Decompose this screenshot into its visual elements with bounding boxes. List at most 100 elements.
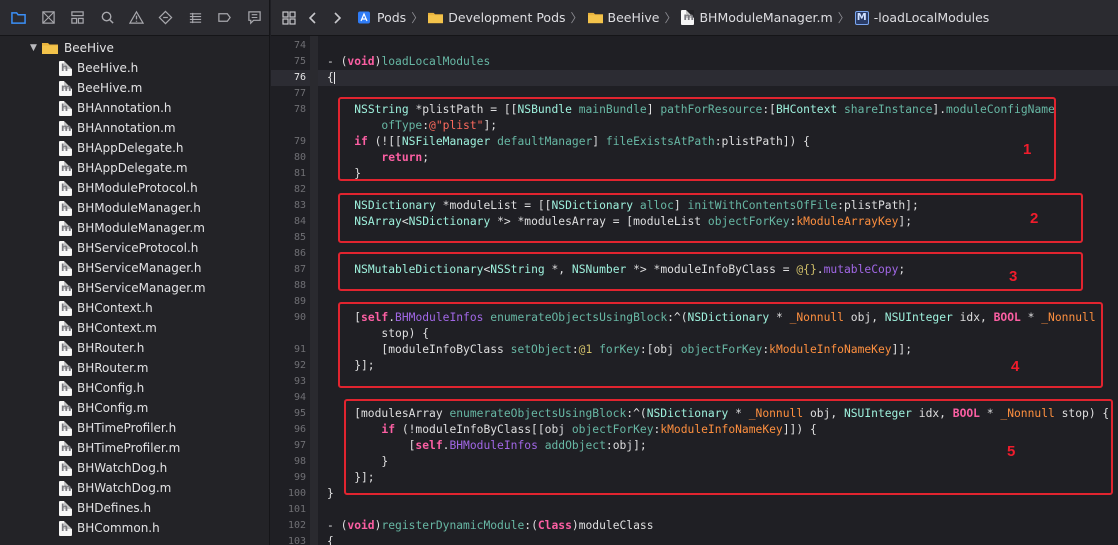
tree-file-item[interactable]: h BHCommon.h (0, 518, 269, 538)
report-icon[interactable] (240, 5, 269, 31)
tree-file-item[interactable]: m BHAnnotation.m (0, 118, 269, 138)
code-text: { (327, 535, 334, 545)
file-label: BHDefines.h (77, 501, 152, 515)
annotation-box-2 (338, 193, 1083, 243)
folder-icon (428, 12, 444, 24)
disclosure-triangle-icon[interactable]: ▼ (30, 43, 42, 53)
tree-file-item[interactable]: h BHTimeProfiler.h (0, 418, 269, 438)
annotation-label-5: 5 (1007, 443, 1016, 460)
tree-file-item[interactable]: h BHModuleManager.h (0, 198, 269, 218)
file-label: BHTimeProfiler.m (77, 441, 181, 455)
tree-file-item[interactable]: h BHServiceProtocol.h (0, 238, 269, 258)
tree-file-item[interactable]: m BHWatchDog.m (0, 478, 269, 498)
file-label: BHRouter.h (77, 341, 145, 355)
annotation-box-5 (344, 399, 1113, 495)
related-items-grid-icon[interactable] (277, 6, 301, 30)
tree-file-item[interactable]: h BHAnnotation.h (0, 98, 269, 118)
file-label: BHTimeProfiler.h (77, 421, 177, 435)
source-control-icon[interactable] (33, 5, 62, 31)
tree-group-beehive[interactable]: ▼ BeeHive (0, 38, 269, 58)
tree-file-item[interactable]: m BHTimeProfiler.m (0, 438, 269, 458)
code-text: - (void)registerDynamicModule:(Class)mod… (327, 519, 654, 532)
file-label: BHConfig.m (77, 401, 149, 415)
tree-file-item[interactable]: h BHContext.h (0, 298, 269, 318)
header-file-icon: h (59, 60, 72, 76)
tree-file-item[interactable]: h BHWatchDog.h (0, 458, 269, 478)
objc-m-file-icon: m (59, 360, 72, 376)
project-navigator-folder-icon[interactable] (4, 5, 33, 31)
line-number: 100 (287, 488, 306, 499)
objc-m-file-icon: m (59, 440, 72, 456)
code-line[interactable]: 101 (271, 502, 1118, 518)
file-label: BHAnnotation.m (77, 121, 176, 135)
crumb-beehive[interactable]: BeeHive (587, 10, 660, 25)
tree-file-item[interactable]: m BHRouter.m (0, 358, 269, 378)
file-label: BHConfig.h (77, 381, 145, 395)
line-number: 86 (293, 248, 306, 259)
header-file-icon: h (59, 180, 72, 196)
line-number: 103 (287, 536, 306, 545)
file-label: BHServiceManager.h (77, 261, 202, 275)
header-file-icon: h (59, 240, 72, 256)
file-label: BHContext.h (77, 301, 153, 315)
line-number: 90 (293, 312, 306, 323)
crumb-separator-icon: 〉 (570, 11, 583, 25)
tree-file-item[interactable]: m BHConfig.m (0, 398, 269, 418)
crumb-pods[interactable]: Pods (357, 10, 406, 25)
code-text: - (void)loadLocalModules (327, 55, 491, 68)
header-file-icon: h (59, 300, 72, 316)
warning-icon[interactable] (122, 5, 151, 31)
line-number: 87 (293, 264, 306, 275)
line-number: 94 (293, 392, 306, 403)
line-number: 74 (293, 40, 306, 51)
tree-file-item[interactable]: h BHModuleProtocol.h (0, 178, 269, 198)
code-line[interactable]: 76 { (271, 70, 1118, 86)
hierarchy-icon[interactable] (63, 5, 92, 31)
code-area[interactable]: 74 75- (void)loadLocalModules 76{77 78 NSSt… (271, 36, 1118, 545)
jump-bar: Pods 〉 Development Pods 〉 BeeHive 〉 m BH… (271, 0, 1118, 36)
tree-file-item[interactable]: m BHServiceManager.m (0, 278, 269, 298)
tree-file-item[interactable]: m BHModuleManager.m (0, 218, 269, 238)
tree-file-item[interactable]: h BHServiceManager.h (0, 258, 269, 278)
file-label: BHWatchDog.h (77, 461, 168, 475)
forward-chevron-icon[interactable] (325, 6, 349, 30)
project-navigator: ▼ BeeHive h BeeHive.h m BeeHive.m h BHAnnotat… (0, 0, 270, 545)
line-number: 99 (293, 472, 306, 483)
tree-file-item[interactable]: m BHContext.m (0, 318, 269, 338)
crumb-label: BeeHive (607, 10, 660, 25)
file-label: BHAnnotation.h (77, 101, 172, 115)
debug-icon[interactable] (181, 5, 210, 31)
crumb-development-pods[interactable]: Development Pods (428, 10, 566, 25)
tree-file-item[interactable]: h BHAppDelegate.h (0, 138, 269, 158)
crumb-separator-icon: 〉 (664, 11, 677, 25)
test-icon[interactable] (151, 5, 180, 31)
tree-file-item[interactable]: h BHConfig.h (0, 378, 269, 398)
objc-m-file-icon: m (59, 120, 72, 136)
breakpoint-icon[interactable] (210, 5, 239, 31)
code-line[interactable]: 103 { (271, 534, 1118, 545)
back-chevron-icon[interactable] (301, 6, 325, 30)
objc-m-file-icon: m (59, 220, 72, 236)
crumb-method[interactable]: M -loadLocalModules (854, 10, 989, 25)
tree-file-item[interactable]: h BeeHive.h (0, 58, 269, 78)
code-line[interactable]: 75 - (void)loadLocalModules (271, 54, 1118, 70)
file-label: BHAppDelegate.m (77, 161, 188, 175)
tree-file-item[interactable]: m BeeHive.m (0, 78, 269, 98)
annotation-box-1 (338, 97, 1056, 181)
header-file-icon: h (59, 380, 72, 396)
tree-file-item[interactable]: m BHAppDelegate.m (0, 158, 269, 178)
code-line[interactable]: 102 - (void)registerDynamicModule:(Class)… (271, 518, 1118, 534)
search-icon[interactable] (92, 5, 121, 31)
code-line[interactable]: 74 (271, 38, 1118, 54)
annotation-label-3: 3 (1009, 268, 1018, 285)
tree-file-item[interactable]: h BHDefines.h (0, 498, 269, 518)
header-file-icon: h (59, 420, 72, 436)
crumb-separator-icon: 〉 (411, 11, 424, 25)
crumb-file[interactable]: m BHModuleManager.m (681, 10, 833, 25)
header-file-icon: h (59, 500, 72, 516)
header-file-icon: h (59, 340, 72, 356)
tree-file-item[interactable]: h BHRouter.h (0, 338, 269, 358)
line-number: 91 (293, 344, 306, 355)
annotation-box-3 (338, 252, 1083, 291)
code-folding-ribbon[interactable] (310, 36, 318, 545)
